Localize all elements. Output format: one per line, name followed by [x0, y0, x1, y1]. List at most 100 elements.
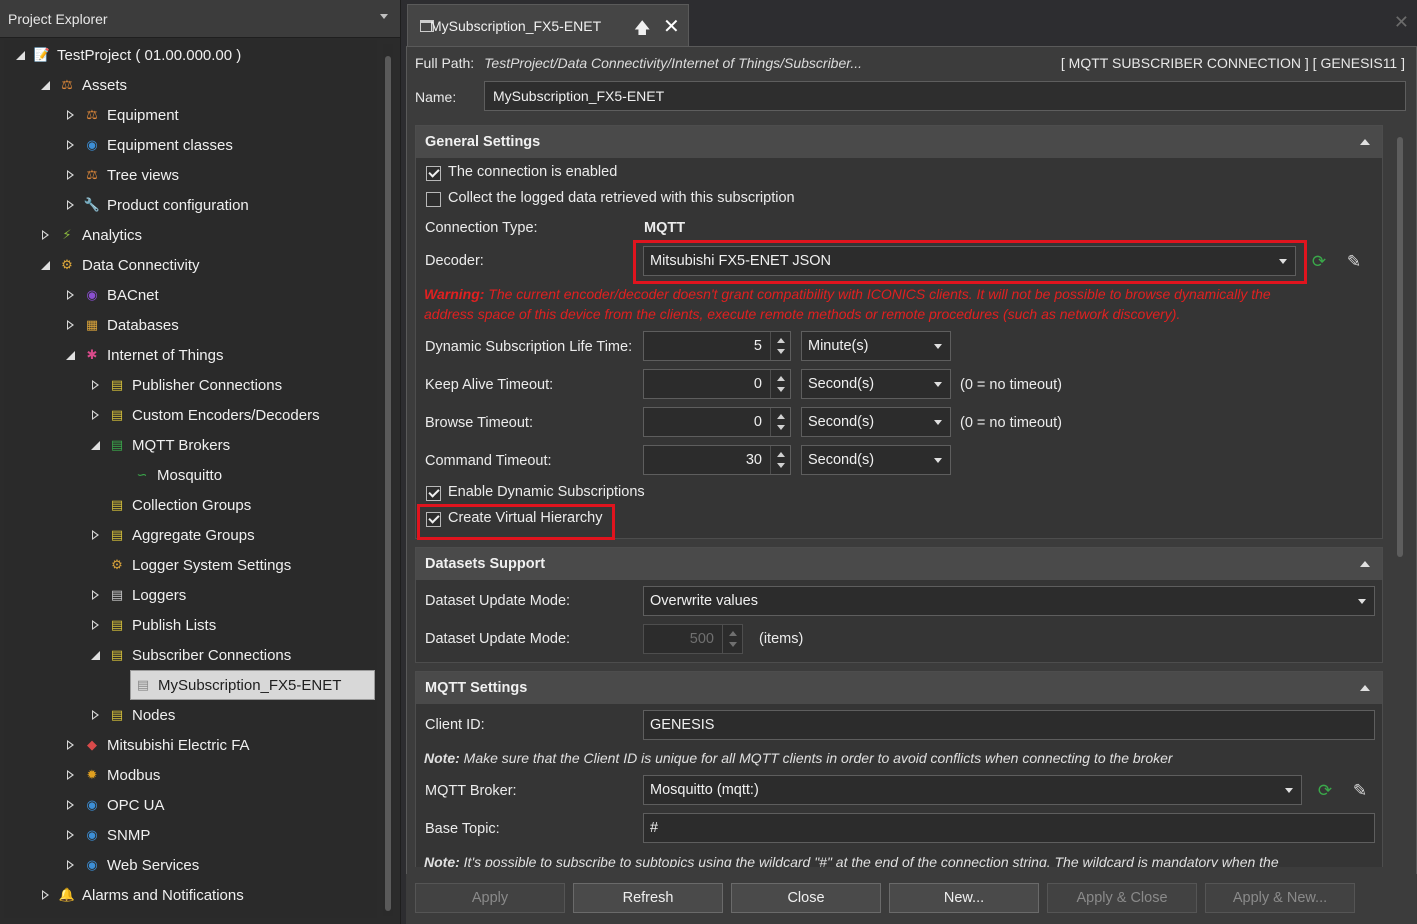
panel-close-icon[interactable]: ✕ [1394, 12, 1409, 33]
expanded-triangle-icon[interactable] [87, 647, 103, 663]
datasets-chevron-up-icon[interactable] [1360, 561, 1370, 567]
command-timeout-input[interactable]: 30 [643, 445, 791, 475]
tree-item[interactable]: ▤ Loggers [87, 580, 186, 610]
broker-edit-icon[interactable]: ✎ [1348, 779, 1372, 803]
client-id-input[interactable]: GENESIS [643, 710, 1375, 740]
collapsed-triangle-icon[interactable] [62, 317, 78, 333]
tab-close-icon[interactable]: ✕ [663, 14, 680, 39]
tree-item[interactable]: ◆ Mitsubishi Electric FA [62, 730, 250, 760]
tree-item[interactable]: ⚡ Analytics [37, 220, 142, 250]
dataset-items-input[interactable]: 500 [643, 624, 743, 654]
collapsed-triangle-icon[interactable] [62, 287, 78, 303]
tree-item[interactable]: ✹ Modbus [62, 760, 160, 790]
dataset-items-spinner[interactable] [722, 625, 742, 653]
collapsed-triangle-icon[interactable] [62, 197, 78, 213]
browse-timeout-input[interactable]: 0 [643, 407, 791, 437]
mqtt-chevron-up-icon[interactable] [1360, 685, 1370, 691]
tree-item[interactable]: ⚖ Tree views [62, 160, 179, 190]
tree-item[interactable]: 🔧 Product configuration [62, 190, 249, 220]
broker-refresh-icon[interactable]: ⟳ [1313, 779, 1337, 803]
tree-scrollbar[interactable] [383, 44, 393, 916]
tree-item[interactable]: ▤ Nodes [87, 700, 175, 730]
command-unit-select[interactable]: Second(s) [801, 445, 951, 475]
pin-up-arrow-icon[interactable]: 🡅 [634, 17, 650, 44]
expanded-triangle-icon[interactable] [62, 347, 78, 363]
command-timeout-spinner[interactable] [770, 446, 790, 474]
tree-item[interactable]: ▤ Subscriber Connections [87, 640, 291, 670]
name-field[interactable]: MySubscription_FX5-ENET [484, 81, 1406, 111]
general-settings-header[interactable]: General Settings [416, 126, 1382, 158]
collapsed-triangle-icon[interactable] [37, 227, 53, 243]
tree-item[interactable]: ▤ Custom Encoders/Decoders [87, 400, 320, 430]
tree-item[interactable]: 🔔 Alarms and Notifications [37, 880, 244, 910]
collect-logged-checkbox[interactable] [426, 192, 441, 207]
tree-item[interactable]: ▤ Collection Groups [87, 490, 251, 520]
datasets-header[interactable]: Datasets Support [416, 548, 1382, 580]
tree-item[interactable]: ▦ Databases [62, 310, 179, 340]
keepalive-input[interactable]: 0 [643, 369, 791, 399]
keepalive-unit-select[interactable]: Second(s) [801, 369, 951, 399]
collapsed-triangle-icon[interactable] [62, 107, 78, 123]
tree-item[interactable]: ✱ Internet of Things [62, 340, 223, 370]
collapsed-triangle-icon[interactable] [37, 887, 53, 903]
collapsed-triangle-icon[interactable] [87, 587, 103, 603]
tree-item[interactable]: ◉ BACnet [62, 280, 159, 310]
expanded-triangle-icon[interactable] [87, 437, 103, 453]
collapsed-triangle-icon[interactable] [87, 377, 103, 393]
dyn-life-input[interactable]: 5 [643, 331, 791, 361]
collapsed-triangle-icon[interactable] [87, 407, 103, 423]
collapsed-triangle-icon[interactable] [87, 617, 103, 633]
browse-unit-select[interactable]: Second(s) [801, 407, 951, 437]
apply-button[interactable]: Apply [415, 883, 565, 913]
tree-item[interactable]: ▤ Aggregate Groups [87, 520, 255, 550]
explorer-menu-chevron-down-icon[interactable] [380, 14, 388, 19]
collapsed-triangle-icon[interactable] [62, 797, 78, 813]
base-topic-input[interactable]: # [643, 813, 1375, 843]
tree-item[interactable]: ▤ Publisher Connections [87, 370, 282, 400]
expanded-triangle-icon[interactable] [37, 257, 53, 273]
dyn-life-unit-select[interactable]: Minute(s) [801, 331, 951, 361]
tree-item[interactable]: ◉ OPC UA [62, 790, 165, 820]
expanded-triangle-icon[interactable] [37, 77, 53, 93]
document-tab[interactable]: MySubscription_FX5-ENET 🡅 ✕ [407, 4, 689, 46]
collapsed-triangle-icon[interactable] [62, 857, 78, 873]
collapsed-triangle-icon[interactable] [62, 167, 78, 183]
edit-icon[interactable]: ✎ [1342, 250, 1366, 274]
explorer-header[interactable]: Project Explorer [0, 0, 400, 38]
dataset-mode-select[interactable]: Overwrite values [643, 586, 1375, 616]
tree-item[interactable]: ⚙ Data Connectivity [37, 250, 200, 280]
keepalive-spinner[interactable] [770, 370, 790, 398]
tree-item[interactable]: ▤ MQTT Brokers [87, 430, 230, 460]
connection-enabled-checkbox[interactable] [426, 166, 441, 181]
collapsed-triangle-icon[interactable] [62, 737, 78, 753]
dyn-life-spinner[interactable] [770, 332, 790, 360]
tree-item[interactable]: ⚖ Assets [37, 70, 127, 100]
collapsed-triangle-icon[interactable] [62, 137, 78, 153]
enable-dynamic-checkbox[interactable] [426, 486, 441, 501]
tree-item[interactable]: 📝 TestProject ( 01.00.000.00 ) [12, 40, 241, 70]
tree-item[interactable]: ⚙ Logger System Settings [87, 550, 291, 580]
properties-scrollbar-thumb[interactable] [1397, 137, 1403, 557]
expanded-triangle-icon[interactable] [12, 47, 28, 63]
browse-timeout-spinner[interactable] [770, 408, 790, 436]
new-button[interactable]: New... [889, 883, 1039, 913]
tree-item[interactable]: ▤ MySubscription_FX5-ENET [130, 670, 375, 700]
mqtt-broker-select[interactable]: Mosquitto (mqtt:) [643, 775, 1302, 805]
tree-item[interactable]: ▤ Publish Lists [87, 610, 216, 640]
tree-item[interactable]: ◉ Web Services [62, 850, 199, 880]
mqtt-settings-header[interactable]: MQTT Settings [416, 672, 1382, 704]
collapsed-triangle-icon[interactable] [87, 707, 103, 723]
collapsed-triangle-icon[interactable] [62, 827, 78, 843]
refresh-button[interactable]: Refresh [573, 883, 723, 913]
apply-close-button[interactable]: Apply & Close [1047, 883, 1197, 913]
tree-item[interactable]: ∽ Mosquitto [112, 460, 223, 490]
tree-item[interactable]: ◉ SNMP [62, 820, 150, 850]
apply-new-button[interactable]: Apply & New... [1205, 883, 1355, 913]
tree-item[interactable]: ⚖ Equipment [62, 100, 179, 130]
collapsed-triangle-icon[interactable] [87, 527, 103, 543]
refresh-icon[interactable]: ⟳ [1307, 250, 1331, 274]
tree-item[interactable]: ◉ Equipment classes [62, 130, 233, 160]
collapsed-triangle-icon[interactable] [62, 767, 78, 783]
collapse-chevron-up-icon[interactable] [1360, 139, 1370, 145]
close-button[interactable]: Close [731, 883, 881, 913]
